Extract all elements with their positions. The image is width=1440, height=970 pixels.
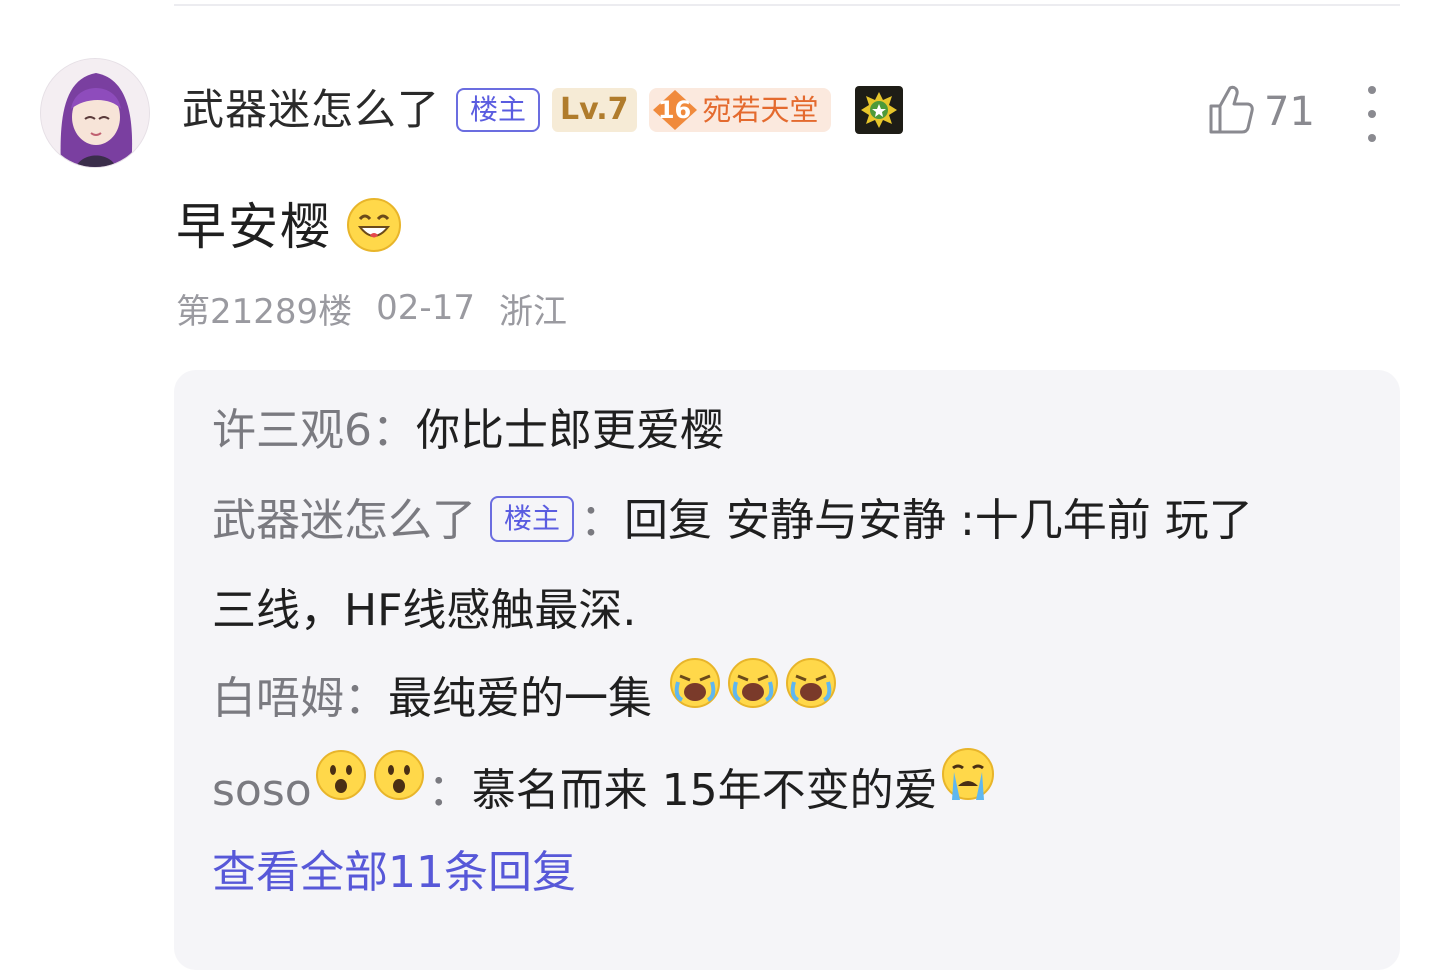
avatar[interactable] <box>40 58 150 168</box>
reply-separator: ： <box>427 765 472 816</box>
top-divider <box>174 4 1400 6</box>
reply-item[interactable]: soso ：慕名而来 15年不变的爱 <box>212 746 1372 838</box>
reply-item[interactable]: 武器迷怎么了 楼主 ：回复 安静与安静 :十几年前 玩了 三线，HF线感触最深. <box>212 476 1372 656</box>
reply-text: 最纯爱的一集 <box>388 673 652 724</box>
reply-item[interactable]: 白唔姆：最纯爱的一集 <box>212 654 1372 746</box>
surprised-emoji <box>372 743 426 833</box>
surprised-emoji <box>314 743 368 833</box>
reply-text-continued: 三线，HF线感触最深. <box>212 585 637 636</box>
reply-separator: ： <box>344 673 388 724</box>
reply-author[interactable]: soso <box>212 765 312 816</box>
more-dot <box>1368 134 1376 142</box>
op-badge: 楼主 <box>490 496 575 542</box>
view-all-replies-link[interactable]: 查看全部11条回复 <box>212 842 576 904</box>
comment-text: 早安樱 <box>176 198 332 256</box>
crying-emoji <box>668 651 722 741</box>
medal-icon[interactable] <box>854 86 903 134</box>
more-dot <box>1368 110 1376 118</box>
reply-separator: ： <box>580 495 625 546</box>
floor-number: 第21289楼 <box>176 291 353 332</box>
crying-emoji <box>784 651 838 741</box>
more-dot <box>1368 86 1376 94</box>
sobbing-emoji <box>940 743 996 833</box>
reply-text: 你比士郎更爱樱 <box>416 405 724 456</box>
like-count: 71 <box>1264 89 1315 135</box>
title-badge: 16 宛若天堂 <box>648 88 831 132</box>
title-level-icon: 16 <box>652 90 697 130</box>
reply-item[interactable]: 许三观6：你比士郎更爱樱 <box>212 386 1372 476</box>
post-date: 02-17 <box>376 288 475 328</box>
grin-emoji <box>346 197 402 257</box>
more-vertical-icon[interactable] <box>1352 86 1392 142</box>
title-level: 16 <box>657 96 692 124</box>
reply-text: 慕名而来 15年不变的爱 <box>471 765 938 816</box>
comment-body: 早安樱 <box>176 196 402 258</box>
level-badge: Lv.7 <box>552 88 637 132</box>
thumbs-up-icon <box>1206 84 1256 140</box>
title-name: 宛若天堂 <box>702 93 819 127</box>
like-button[interactable]: 71 <box>1206 84 1315 140</box>
reply-author[interactable]: 白唔姆 <box>212 673 344 724</box>
username[interactable]: 武器迷怎么了 <box>182 84 440 136</box>
reply-author[interactable]: 武器迷怎么了 <box>212 495 476 546</box>
crying-emoji <box>726 651 780 741</box>
post-header: 武器迷怎么了 楼主 Lv.7 16 宛若天堂 <box>182 84 903 136</box>
reply-text: 回复 安静与安静 :十几年前 玩了 <box>624 495 1253 546</box>
reply-author[interactable]: 许三观6 <box>212 405 372 456</box>
reply-separator: ： <box>372 405 416 456</box>
op-badge: 楼主 <box>456 88 541 132</box>
post-location: 浙江 <box>498 291 567 332</box>
post-meta: 第21289楼 02-17 浙江 <box>176 284 567 332</box>
